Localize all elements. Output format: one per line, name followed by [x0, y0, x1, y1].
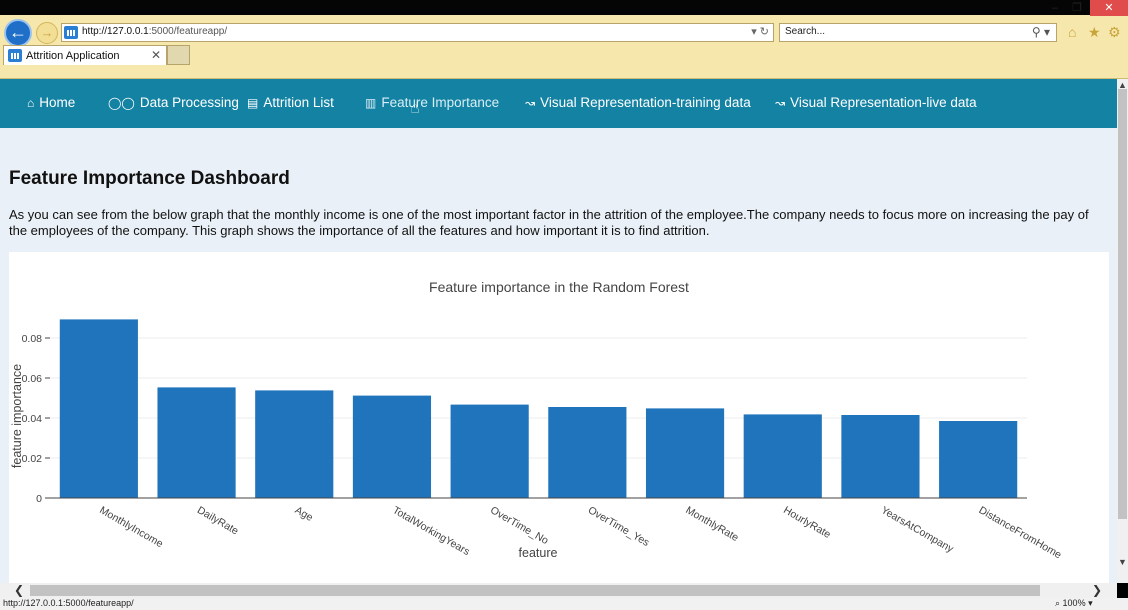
- feature-importance-chart: Feature importance in the Random Forest …: [10, 279, 1064, 561]
- nav-item-visual-training[interactable]: ↝ Visual Representation-training data: [525, 95, 751, 110]
- x-tick-label: OverTime_Yes: [586, 504, 651, 549]
- favorites-star-icon[interactable]: ★: [1088, 24, 1101, 41]
- top-navbar: ⌂ Home ◯◯ Data Processing ▤ Attrition List …: [0, 79, 1117, 128]
- chart-container: Feature importance in the Random Forest …: [9, 252, 1109, 583]
- browser-tab-active[interactable]: Attrition Application ✕: [3, 45, 167, 65]
- x-tick-label: HourlyRate: [781, 504, 833, 541]
- y-tick-label: 0: [36, 493, 42, 505]
- horizontal-scroll-thumb[interactable]: [30, 585, 1040, 596]
- page-content: ⌂ Home ◯◯ Data Processing ▤ Attrition List …: [0, 79, 1117, 583]
- nav-item-attrition-list[interactable]: ▤ Attrition List: [247, 95, 334, 110]
- nav-label: Attrition List: [263, 95, 334, 110]
- nav-label: Data Processing: [139, 95, 239, 110]
- line-chart-icon: ↝: [525, 96, 536, 110]
- settings-gear-icon[interactable]: ⚙: [1108, 24, 1121, 41]
- home-toolbar-icon[interactable]: ⌂: [1068, 24, 1076, 40]
- y-tick-label: 0.08: [22, 333, 43, 345]
- nav-item-feature-importance[interactable]: ▥ Feature Importance: [365, 95, 499, 110]
- nav-item-home[interactable]: ⌂ Home: [27, 95, 75, 110]
- y-tick-label: 0.02: [22, 453, 43, 465]
- search-icon[interactable]: ⚲ ▾: [1032, 25, 1050, 39]
- search-placeholder: Search...: [785, 26, 826, 37]
- site-favicon-icon: [64, 26, 78, 39]
- nav-label: Feature Importance: [381, 95, 500, 110]
- bar[interactable]: [255, 390, 334, 498]
- line-chart-icon: ↝: [775, 96, 786, 110]
- scroll-right-icon[interactable]: ❯: [1092, 583, 1102, 597]
- nav-item-visual-live[interactable]: ↝ Visual Representation-live data: [775, 95, 977, 110]
- list-icon: ▤: [247, 96, 259, 110]
- zoom-value: 100%: [1062, 598, 1086, 608]
- x-tick-label: MonthlyIncome: [97, 504, 165, 550]
- nav-item-data-processing[interactable]: ◯◯ Data Processing: [108, 95, 239, 110]
- restore-icon[interactable]: ❐: [1069, 0, 1085, 16]
- tab-close-icon[interactable]: ✕: [151, 48, 161, 62]
- bar[interactable]: [939, 421, 1018, 498]
- bar[interactable]: [352, 395, 432, 498]
- back-icon[interactable]: ←: [4, 19, 32, 47]
- x-tick-label: OverTime_No: [488, 504, 550, 547]
- minimize-icon[interactable]: –: [1047, 0, 1063, 16]
- status-url: http://127.0.0.1:5000/featureapp/: [3, 598, 134, 608]
- new-tab-button[interactable]: [167, 45, 190, 65]
- bar[interactable]: [841, 415, 920, 498]
- tab-favicon-icon: [8, 49, 22, 62]
- y-tick-label: 0.06: [22, 373, 43, 385]
- refresh-icon[interactable]: ▾ ↻: [751, 25, 769, 38]
- x-axis-title: feature: [519, 546, 558, 560]
- x-tick-label: YearsAtCompany: [879, 504, 956, 555]
- address-bar[interactable]: http://127.0.0.1:5000/featureapp/ ▾ ↻: [61, 23, 774, 42]
- page-title: Feature Importance Dashboard: [9, 168, 290, 189]
- x-tick-label: Age: [293, 504, 315, 524]
- x-tick-label: MonthlyRate: [684, 504, 741, 544]
- bar[interactable]: [450, 404, 529, 498]
- forward-icon[interactable]: →: [36, 22, 58, 44]
- scroll-left-icon[interactable]: ❮: [14, 583, 24, 597]
- y-tick-label: 0.04: [22, 413, 43, 425]
- bar[interactable]: [548, 407, 627, 498]
- bar[interactable]: [157, 387, 236, 498]
- bar[interactable]: [645, 408, 725, 498]
- window-titlebar: [0, 0, 1128, 15]
- x-tick-label: TotalWorkingYears: [390, 504, 471, 558]
- bar[interactable]: [743, 414, 822, 498]
- chart-title: Feature importance in the Random Forest: [429, 279, 689, 295]
- bar[interactable]: [59, 319, 138, 498]
- glasses-icon: ◯◯: [108, 96, 135, 110]
- status-bar: [0, 598, 1128, 610]
- address-url: http://127.0.0.1:5000/featureapp/: [82, 26, 228, 37]
- vertical-scroll-thumb[interactable]: [1118, 89, 1127, 519]
- nav-label: Visual Representation-training data: [540, 95, 751, 110]
- scroll-down-icon[interactable]: ▼: [1117, 557, 1128, 567]
- nav-label: Visual Representation-live data: [790, 95, 977, 110]
- browser-search-box[interactable]: Search... ⚲ ▾: [779, 23, 1057, 42]
- y-axis-title: feature importance: [10, 364, 24, 468]
- page-description: As you can see from the below graph that…: [9, 207, 1089, 238]
- x-tick-label: DistanceFromHome: [977, 504, 1064, 561]
- mouse-cursor-icon: ☝: [410, 100, 420, 117]
- nav-label: Home: [39, 95, 76, 110]
- home-icon: ⌂: [27, 96, 35, 110]
- zoom-level[interactable]: ⌕ 100% ▾: [1055, 598, 1093, 609]
- x-tick-label: DailyRate: [195, 504, 241, 537]
- bar-chart-icon: ▥: [365, 96, 377, 110]
- close-window-icon[interactable]: ✕: [1090, 0, 1128, 16]
- scroll-up-icon[interactable]: ▲: [1117, 80, 1128, 90]
- tab-title: Attrition Application: [26, 50, 120, 62]
